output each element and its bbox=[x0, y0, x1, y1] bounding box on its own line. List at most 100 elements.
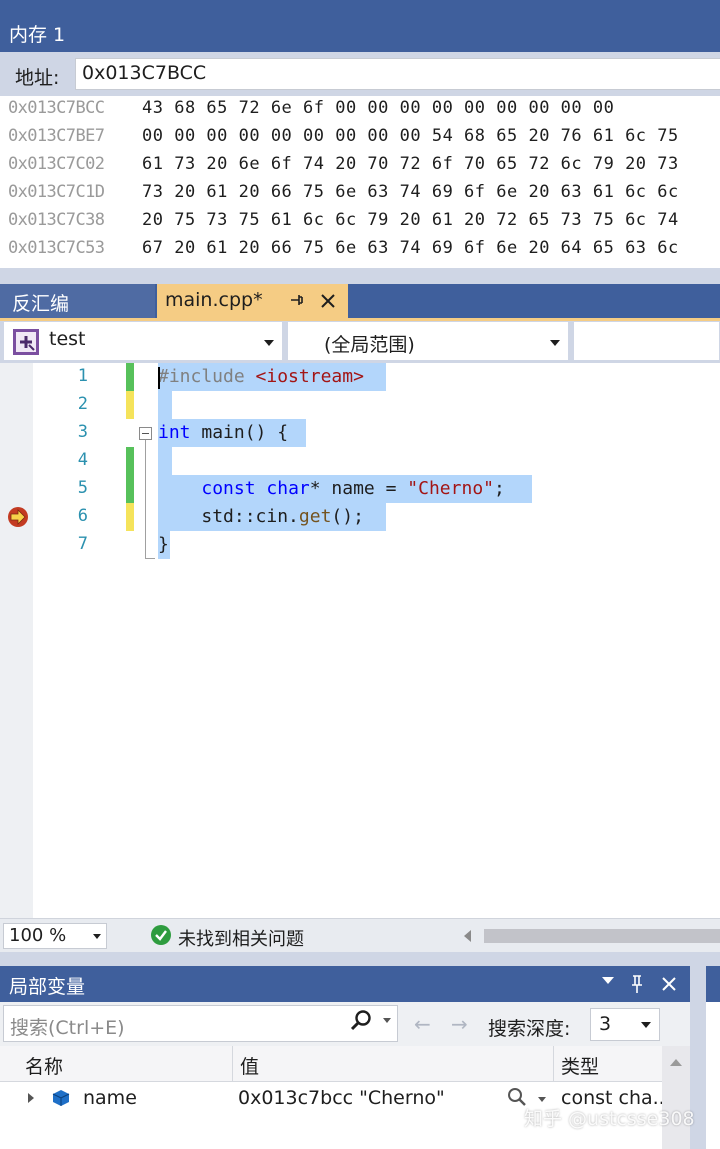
project-dropdown[interactable]: test bbox=[3, 321, 283, 361]
adjacent-panel-titlebar bbox=[706, 966, 720, 1002]
fold-guide bbox=[145, 440, 146, 558]
tab-disassembly[interactable]: 反汇编 bbox=[0, 284, 155, 318]
locals-table: 名称 值 类型 name 0x013c7bcc "Cherno" const c… bbox=[0, 1046, 690, 1149]
issues-status[interactable]: 未找到相关问题 bbox=[178, 925, 304, 951]
code-line: 7 } bbox=[0, 531, 720, 559]
pin-icon[interactable] bbox=[628, 973, 646, 995]
variable-value[interactable]: 0x013c7bcc "Cherno" bbox=[238, 1087, 445, 1109]
chevron-down-icon bbox=[264, 340, 274, 346]
code-line-current: 6 std::cin.get(); bbox=[0, 503, 720, 531]
column-header-value[interactable]: 值 bbox=[240, 1052, 259, 1079]
code-line: 2 bbox=[0, 391, 720, 419]
column-header-type[interactable]: 类型 bbox=[561, 1052, 599, 1079]
fold-icon[interactable] bbox=[139, 427, 152, 440]
column-divider[interactable] bbox=[553, 1046, 554, 1082]
selection-highlight bbox=[158, 447, 172, 475]
line-number: 6 bbox=[77, 506, 88, 526]
memory-row-bytes: 67 20 61 20 66 75 6e 63 74 69 6f 6e 20 6… bbox=[142, 238, 679, 258]
line-number: 4 bbox=[77, 450, 88, 470]
chevron-down-icon bbox=[550, 340, 560, 346]
column-divider[interactable] bbox=[232, 1046, 233, 1082]
memory-row-bytes: 20 75 73 75 61 6c 6c 79 20 61 20 72 65 7… bbox=[142, 210, 679, 230]
memory-row: 0x013C7BE7 00 00 00 00 00 00 00 00 00 54… bbox=[0, 124, 720, 152]
code-text: } bbox=[158, 534, 169, 555]
chevron-down-icon[interactable] bbox=[383, 1018, 391, 1023]
search-icon[interactable] bbox=[348, 1008, 374, 1034]
memory-row: 0x013C7BCC 43 68 65 72 6e 6f 00 00 00 00… bbox=[0, 96, 720, 124]
member-dropdown[interactable] bbox=[573, 321, 720, 361]
pane-divider[interactable] bbox=[0, 268, 720, 284]
project-icon bbox=[13, 329, 39, 355]
expand-arrow-icon[interactable] bbox=[28, 1093, 34, 1103]
scope-dropdown[interactable]: (全局范围) bbox=[287, 321, 569, 361]
scroll-up-arrow-icon[interactable] bbox=[670, 1059, 682, 1066]
line-number: 1 bbox=[77, 366, 88, 386]
column-header-name[interactable]: 名称 bbox=[25, 1052, 63, 1079]
code-text: #include <iostream> bbox=[158, 366, 364, 387]
search-input[interactable]: 搜索(Ctrl+E) bbox=[3, 1005, 398, 1042]
address-input[interactable]: 0x013C7BCC bbox=[75, 58, 720, 90]
code-line: 4 bbox=[0, 447, 720, 475]
back-arrow-icon[interactable]: ← bbox=[414, 1012, 431, 1036]
watermark: 知乎 @ustcsse308 bbox=[524, 1108, 695, 1130]
tab-main-cpp[interactable]: main.cpp* bbox=[157, 284, 348, 318]
project-name: test bbox=[49, 328, 86, 350]
search-depth-dropdown[interactable]: 3 bbox=[590, 1008, 660, 1041]
close-icon[interactable] bbox=[317, 290, 339, 312]
code-editor[interactable]: 1 #include <iostream> 2 3 int main() { 4… bbox=[0, 363, 720, 918]
memory-row-bytes: 43 68 65 72 6e 6f 00 00 00 00 00 00 00 0… bbox=[142, 98, 615, 118]
memory-row-bytes: 61 73 20 6e 6f 74 20 70 72 6f 70 65 72 6… bbox=[142, 154, 679, 174]
code-text: int main() { bbox=[158, 422, 289, 443]
memory-view[interactable]: 0x013C7BCC 43 68 65 72 6e 6f 00 00 00 00… bbox=[0, 96, 720, 268]
change-marker bbox=[126, 503, 134, 531]
chevron-down-icon[interactable] bbox=[538, 1097, 546, 1102]
navigation-bar: test (全局范围) bbox=[0, 321, 720, 363]
scope-name: (全局范围) bbox=[324, 334, 415, 356]
change-marker bbox=[126, 447, 134, 475]
vertical-scrollbar[interactable] bbox=[662, 1046, 690, 1149]
line-number: 7 bbox=[77, 534, 88, 554]
memory-row-address: 0x013C7C38 bbox=[8, 210, 105, 230]
variable-icon bbox=[52, 1090, 70, 1106]
chevron-down-icon bbox=[93, 934, 101, 939]
close-icon[interactable] bbox=[659, 974, 679, 994]
variable-name: name bbox=[83, 1087, 137, 1109]
pin-icon[interactable] bbox=[287, 289, 305, 311]
memory-row-bytes: 73 20 61 20 66 75 6e 63 74 69 6f 6e 20 6… bbox=[142, 182, 679, 202]
selection-highlight bbox=[158, 391, 172, 419]
line-number: 2 bbox=[77, 394, 88, 414]
memory-address-bar: 地址: 0x013C7BCC bbox=[0, 52, 720, 96]
address-label: 地址: bbox=[15, 67, 60, 89]
window-menu-icon[interactable] bbox=[602, 977, 614, 984]
memory-window-title: 内存 1 bbox=[9, 24, 66, 46]
tab-main-cpp-label: main.cpp* bbox=[165, 289, 263, 311]
memory-row: 0x013C7C53 67 20 61 20 66 75 6e 63 74 69… bbox=[0, 236, 720, 264]
zoom-level: 100 % bbox=[9, 925, 67, 946]
memory-row-bytes: 00 00 00 00 00 00 00 00 00 54 68 65 20 7… bbox=[142, 126, 679, 146]
memory-row-address: 0x013C7C1D bbox=[8, 182, 105, 202]
code-text: const char* name = "Cherno"; bbox=[201, 478, 505, 499]
horizontal-scrollbar-thumb[interactable] bbox=[484, 929, 720, 943]
code-text: std::cin.get(); bbox=[201, 506, 364, 527]
table-header: 名称 值 类型 bbox=[0, 1046, 662, 1082]
memory-row-address: 0x013C7BE7 bbox=[8, 126, 105, 146]
memory-row-address: 0x013C7BCC bbox=[8, 98, 105, 118]
text-caret bbox=[158, 367, 160, 389]
change-marker bbox=[126, 363, 134, 391]
locals-toolbar: 搜索(Ctrl+E) ← → 搜索深度: 3 bbox=[0, 1002, 690, 1046]
search-depth-value: 3 bbox=[599, 1013, 612, 1035]
search-depth-label: 搜索深度: bbox=[488, 1018, 571, 1040]
zoom-dropdown[interactable]: 100 % bbox=[3, 923, 107, 949]
document-tab-bar: 反汇编 main.cpp* bbox=[0, 284, 720, 318]
line-number: 3 bbox=[77, 422, 88, 442]
adjacent-panel-body bbox=[706, 1002, 720, 1149]
code-line: 1 #include <iostream> bbox=[0, 363, 720, 391]
memory-row-address: 0x013C7C53 bbox=[8, 238, 105, 258]
scroll-left-arrow-icon[interactable] bbox=[464, 930, 471, 942]
pane-divider[interactable] bbox=[0, 952, 720, 966]
forward-arrow-icon[interactable]: → bbox=[451, 1012, 468, 1036]
editor-status-bar: 100 % 未找到相关问题 bbox=[0, 918, 720, 952]
memory-row-address: 0x013C7C02 bbox=[8, 154, 105, 174]
locals-window-title: 局部变量 bbox=[9, 976, 86, 998]
memory-row: 0x013C7C1D 73 20 61 20 66 75 6e 63 74 69… bbox=[0, 180, 720, 208]
